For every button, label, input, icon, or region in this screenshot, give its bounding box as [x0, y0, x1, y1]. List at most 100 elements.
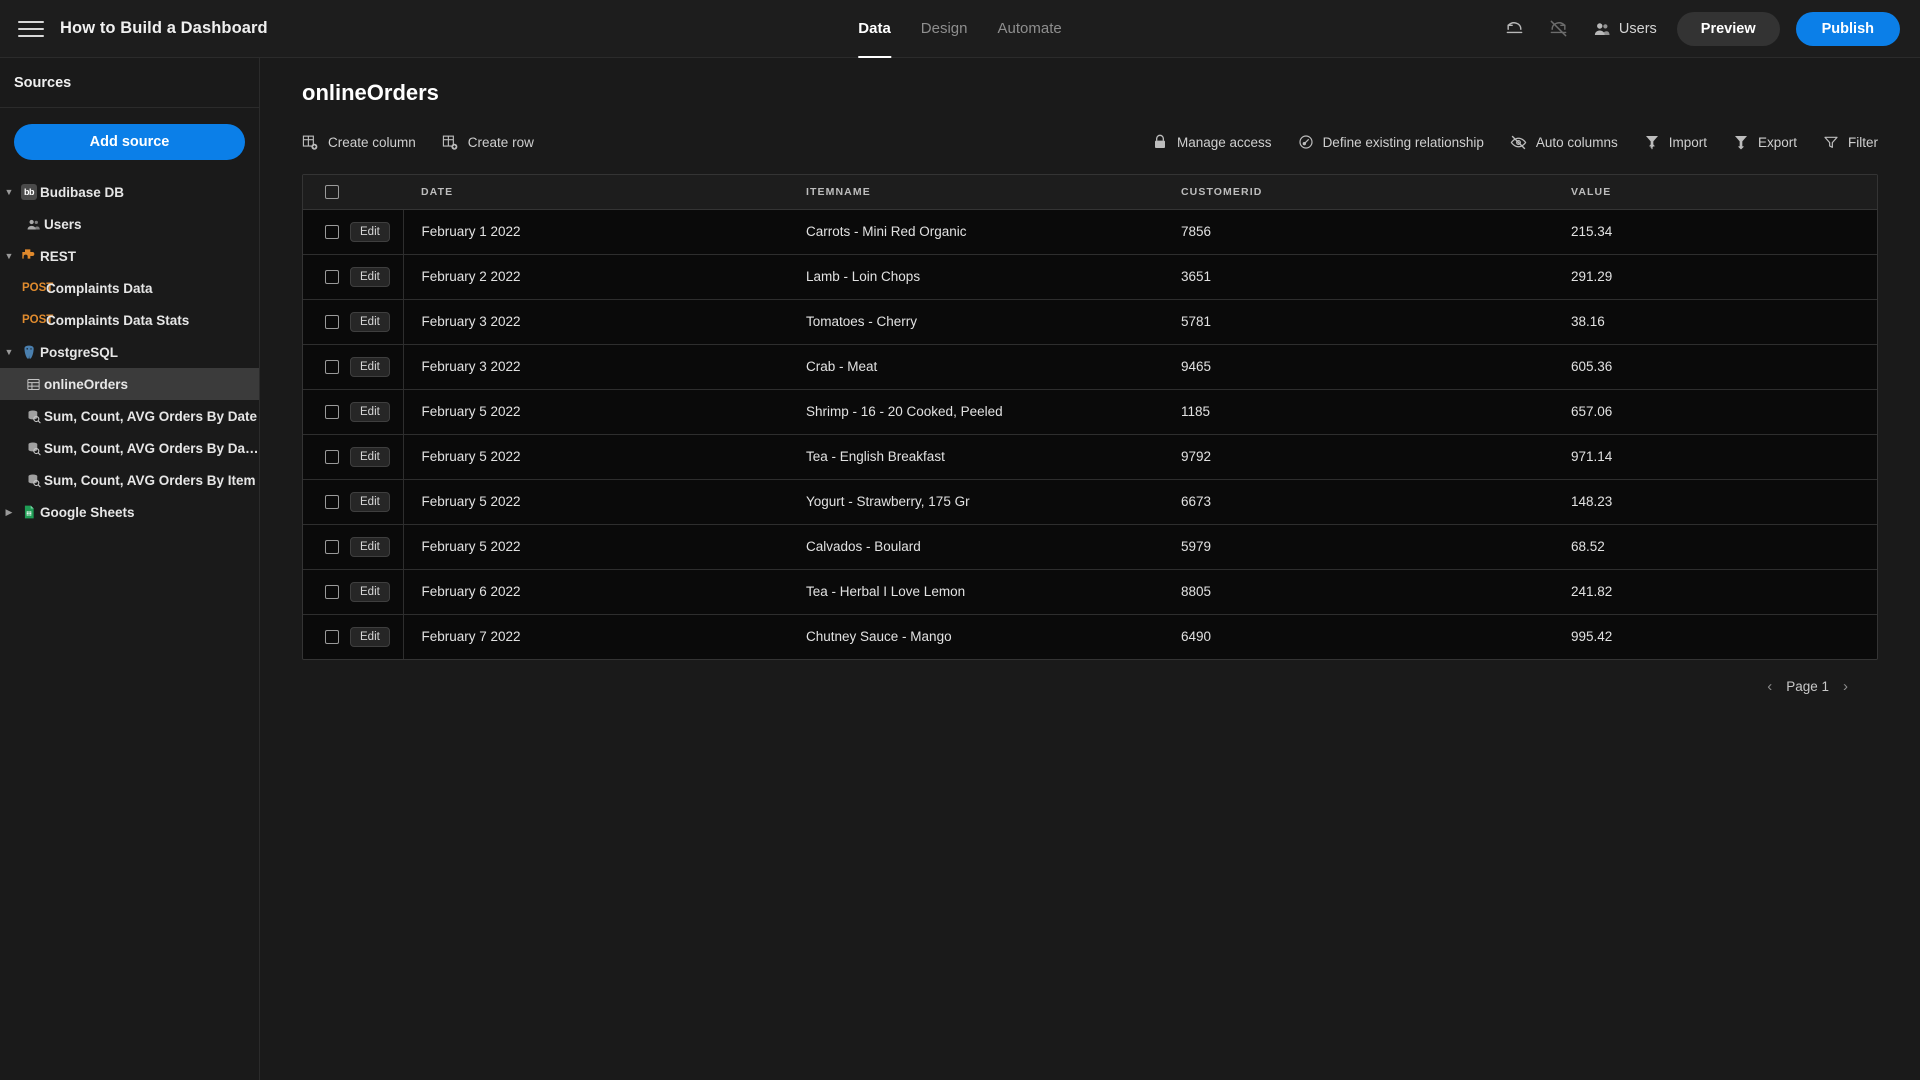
- row-checkbox[interactable]: [325, 539, 339, 554]
- chevron-down-icon[interactable]: ▼: [0, 347, 18, 357]
- column-header-itemname[interactable]: ITEMNAME: [788, 175, 1163, 210]
- table-header-row: DATE ITEMNAME CUSTOMERID VALUE: [303, 175, 1877, 210]
- users-icon: [22, 217, 44, 232]
- sidebar-item-users[interactable]: Users: [0, 208, 259, 240]
- add-source-button[interactable]: Add source: [14, 124, 245, 160]
- filter-button[interactable]: Filter: [1823, 134, 1878, 150]
- column-header-customerid[interactable]: CUSTOMERID: [1163, 175, 1553, 210]
- edit-row-button[interactable]: Edit: [350, 266, 390, 287]
- cell-itemname: Yogurt - Strawberry, 175 Gr: [806, 494, 970, 509]
- edit-row-button[interactable]: Edit: [350, 491, 390, 512]
- cell-itemname: Crab - Meat: [806, 359, 878, 374]
- create-column-button[interactable]: Create column: [302, 134, 416, 151]
- sidebar-item-query-by-item[interactable]: Sum, Count, AVG Orders By Item: [0, 464, 259, 496]
- edit-row-button[interactable]: Edit: [350, 356, 390, 377]
- chevron-down-icon[interactable]: ▼: [0, 251, 18, 261]
- chevron-left-icon[interactable]: ‹: [1767, 678, 1772, 695]
- chevron-right-icon[interactable]: ›: [1843, 678, 1848, 695]
- table-row[interactable]: Edit February 3 2022 Tomatoes - Cherry 5…: [303, 299, 1877, 344]
- row-checkbox[interactable]: [325, 584, 339, 599]
- sidebar-item-onlineorders[interactable]: onlineOrders: [0, 368, 259, 400]
- tab-automate[interactable]: Automate: [998, 0, 1062, 58]
- table-row[interactable]: Edit February 5 2022 Calvados - Boulard …: [303, 524, 1877, 569]
- row-checkbox[interactable]: [325, 359, 339, 374]
- table-toolbar: Create column Create row Manage access D…: [260, 120, 1920, 164]
- create-row-button[interactable]: Create row: [442, 134, 534, 151]
- sidebar-title: Sources: [14, 74, 72, 91]
- table-row[interactable]: Edit February 2 2022 Lamb - Loin Chops 3…: [303, 254, 1877, 299]
- sidebar-item-complaints-data[interactable]: POST Complaints Data: [0, 272, 259, 304]
- edit-row-button[interactable]: Edit: [350, 221, 390, 242]
- table-row[interactable]: Edit February 3 2022 Crab - Meat 9465 60…: [303, 344, 1877, 389]
- publish-button[interactable]: Publish: [1795, 11, 1900, 46]
- sidebar-item-complaints-data-stats[interactable]: POST Complaints Data Stats: [0, 304, 259, 336]
- undo-icon[interactable]: [1501, 15, 1529, 43]
- redo-disabled-icon[interactable]: [1545, 15, 1573, 43]
- table-row[interactable]: Edit February 5 2022 Yogurt - Strawberry…: [303, 479, 1877, 524]
- sidebar-item-label: Google Sheets: [40, 504, 135, 520]
- sidebar-item-query-by-date[interactable]: Sum, Count, AVG Orders By Date: [0, 400, 259, 432]
- sidebar-item-label: Users: [44, 216, 82, 232]
- export-button[interactable]: Export: [1733, 134, 1797, 150]
- sidebar-item-label: PostgreSQL: [40, 344, 119, 360]
- edit-row-button[interactable]: Edit: [350, 446, 390, 467]
- import-label: Import: [1668, 134, 1707, 150]
- users-button[interactable]: Users: [1589, 20, 1661, 38]
- chevron-right-icon[interactable]: ▶: [0, 507, 18, 518]
- row-checkbox[interactable]: [325, 314, 339, 329]
- sources-sidebar: Sources Add source ▼ bb Budibase DB User…: [0, 58, 260, 1080]
- http-method-badge: POST: [22, 314, 54, 326]
- data-table: DATE ITEMNAME CUSTOMERID VALUE Edit Febr…: [303, 175, 1877, 659]
- row-checkbox[interactable]: [325, 629, 339, 644]
- tab-data[interactable]: Data: [858, 0, 891, 58]
- import-button[interactable]: Import: [1644, 134, 1707, 150]
- sidebar-item-rest[interactable]: ▼ REST: [0, 240, 259, 272]
- sidebar-item-google-sheets[interactable]: ▶ Google Sheets: [0, 496, 259, 528]
- tab-design[interactable]: Design: [921, 0, 968, 58]
- manage-access-label: Manage access: [1177, 134, 1272, 150]
- column-header-value[interactable]: VALUE: [1553, 175, 1877, 210]
- select-all-header: [303, 175, 403, 210]
- row-checkbox[interactable]: [325, 449, 339, 464]
- edit-row-button[interactable]: Edit: [350, 311, 390, 332]
- row-select-cell: Edit: [303, 434, 404, 479]
- auto-columns-button[interactable]: Auto columns: [1510, 134, 1618, 151]
- sidebar-item-budibase-db[interactable]: ▼ bb Budibase DB: [0, 176, 259, 208]
- preview-button[interactable]: Preview: [1676, 11, 1780, 46]
- row-checkbox[interactable]: [325, 224, 339, 239]
- edit-row-button[interactable]: Edit: [350, 536, 390, 557]
- auto-columns-icon: [1510, 134, 1527, 151]
- sidebar-item-postgresql[interactable]: ▼ PostgreSQL: [0, 336, 259, 368]
- table-row[interactable]: Edit February 5 2022 Shrimp - 16 - 20 Co…: [303, 389, 1877, 434]
- table-row[interactable]: Edit February 6 2022 Tea - Herbal I Love…: [303, 569, 1877, 614]
- row-select-cell: Edit: [303, 209, 404, 254]
- row-select-cell: Edit: [303, 299, 404, 344]
- pagination: ‹ Page 1 ›: [260, 678, 1878, 695]
- row-select-cell: Edit: [303, 254, 404, 299]
- hamburger-icon[interactable]: [18, 16, 44, 42]
- select-all-checkbox[interactable]: [325, 184, 339, 199]
- column-header-date[interactable]: DATE: [403, 175, 788, 210]
- edit-row-button[interactable]: Edit: [350, 626, 390, 647]
- cell-customerid: 5979: [1181, 539, 1212, 554]
- edit-row-button[interactable]: Edit: [350, 581, 390, 602]
- table-row[interactable]: Edit February 1 2022 Carrots - Mini Red …: [303, 209, 1877, 254]
- manage-access-button[interactable]: Manage access: [1152, 134, 1272, 150]
- sidebar-item-query-by-date-2[interactable]: Sum, Count, AVG Orders By Dat…: [0, 432, 259, 464]
- table-row[interactable]: Edit February 5 2022 Tea - English Break…: [303, 434, 1877, 479]
- chevron-down-icon[interactable]: ▼: [0, 187, 18, 197]
- row-checkbox[interactable]: [325, 404, 339, 419]
- cell-value: 605.36: [1571, 359, 1613, 374]
- add-source-container: Add source: [0, 108, 259, 170]
- table-icon: [22, 377, 44, 392]
- cell-date: February 3 2022: [421, 359, 521, 374]
- row-checkbox[interactable]: [325, 269, 339, 284]
- edit-row-button[interactable]: Edit: [350, 401, 390, 422]
- create-column-label: Create column: [328, 134, 416, 150]
- define-relationship-button[interactable]: Define existing relationship: [1298, 134, 1484, 150]
- query-icon: [22, 473, 44, 488]
- row-checkbox[interactable]: [325, 494, 339, 509]
- table-title: onlineOrders: [302, 80, 439, 105]
- cell-customerid: 1185: [1181, 404, 1211, 419]
- table-row[interactable]: Edit February 7 2022 Chutney Sauce - Man…: [303, 614, 1877, 659]
